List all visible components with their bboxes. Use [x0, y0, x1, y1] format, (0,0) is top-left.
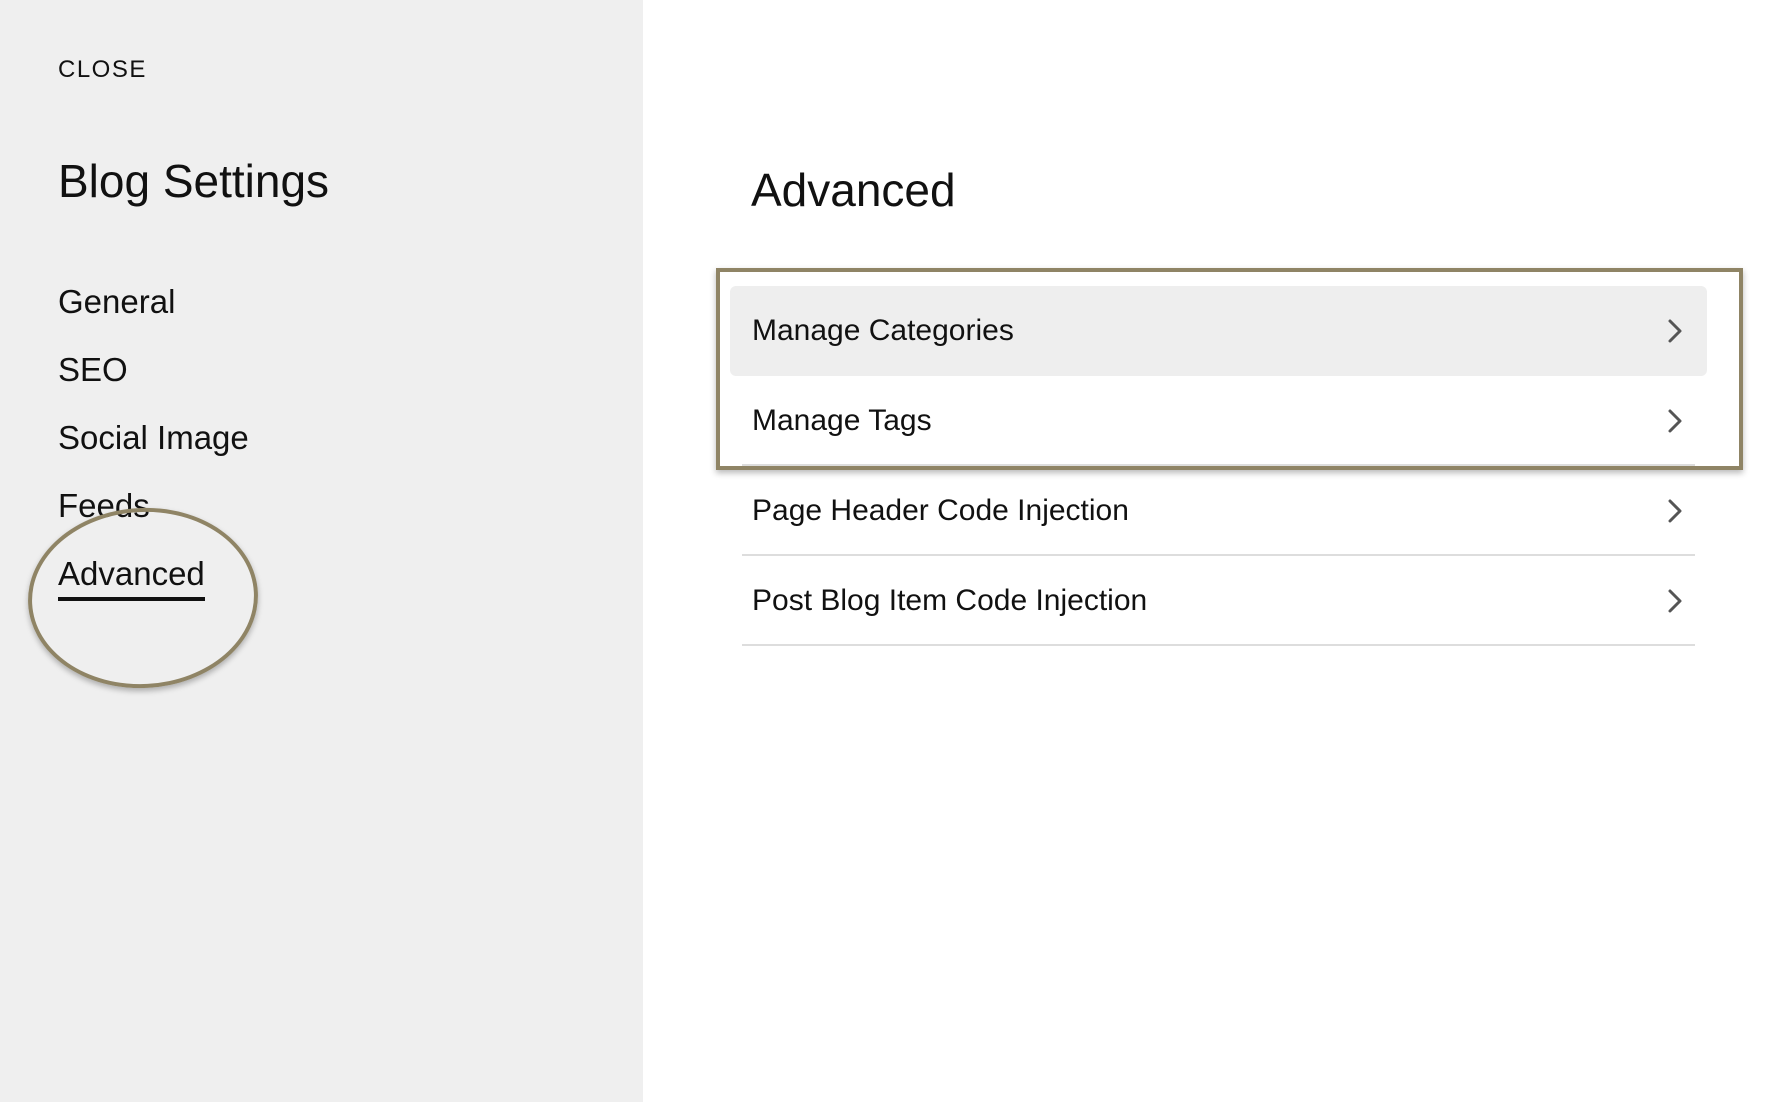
sidebar-item-label: General: [58, 283, 176, 320]
main-panel: Advanced Manage Categories Manage Tags P…: [643, 0, 1780, 1102]
sidebar-item-label: Advanced: [58, 553, 205, 601]
sidebar-item-advanced[interactable]: Advanced: [58, 549, 205, 617]
sidebar-item-social-image[interactable]: Social Image: [58, 413, 249, 481]
chevron-right-icon: [1667, 407, 1685, 435]
sidebar-title: Blog Settings: [58, 155, 330, 207]
sidebar-item-label: Feeds: [58, 487, 150, 524]
page-title: Advanced: [751, 164, 956, 216]
sidebar-item-seo[interactable]: SEO: [58, 345, 128, 413]
manage-tags-row[interactable]: Manage Tags: [730, 376, 1707, 466]
page-header-code-injection-row[interactable]: Page Header Code Injection: [730, 466, 1707, 556]
sidebar-item-label: SEO: [58, 351, 128, 388]
row-label: Page Header Code Injection: [752, 494, 1129, 527]
sidebar-item-feeds[interactable]: Feeds: [58, 481, 150, 549]
chevron-right-icon: [1667, 587, 1685, 615]
manage-categories-row[interactable]: Manage Categories: [730, 286, 1707, 376]
row-label: Manage Categories: [752, 314, 1014, 347]
row-label: Post Blog Item Code Injection: [752, 584, 1148, 617]
settings-sidebar: CLOSE Blog Settings General SEO Social I…: [0, 0, 643, 1102]
chevron-right-icon: [1667, 317, 1685, 345]
close-button[interactable]: CLOSE: [58, 56, 147, 84]
sidebar-nav: General SEO Social Image Feeds Advanced: [58, 277, 249, 617]
chevron-right-icon: [1667, 497, 1685, 525]
post-blog-item-code-injection-row[interactable]: Post Blog Item Code Injection: [730, 556, 1707, 646]
sidebar-item-label: Social Image: [58, 419, 249, 456]
settings-list: Manage Categories Manage Tags Page Heade…: [730, 286, 1707, 646]
row-label: Manage Tags: [752, 404, 932, 437]
sidebar-item-general[interactable]: General: [58, 277, 175, 345]
